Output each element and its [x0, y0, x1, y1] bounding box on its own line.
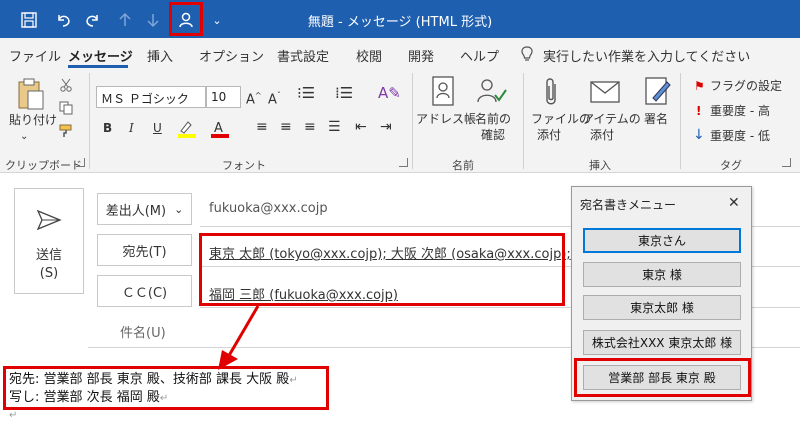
paste-label[interactable]: 貼り付け — [9, 113, 57, 128]
justify-icon[interactable]: ☰ — [328, 120, 341, 135]
names-group-label: 名前 — [452, 159, 474, 172]
to-button[interactable]: 宛先(T) — [97, 234, 192, 266]
tab-options[interactable]: オプション — [199, 46, 264, 65]
chevron-down-icon: ⌄ — [174, 202, 184, 216]
body-line-2[interactable]: 写し: 営業部 次長 福岡 殿↵ — [9, 389, 168, 408]
outlook-compose-window: ⌄ 無題 - メッセージ (HTML 形式) ファイル メッセージ 挿入 オプシ… — [0, 0, 800, 446]
group-separator — [680, 73, 681, 169]
subject-label: 件名(U) — [120, 326, 166, 341]
attach-item-label-2[interactable]: 添付 — [590, 128, 614, 143]
high-importance-button[interactable]: 重要度 - 高 — [710, 104, 770, 119]
low-importance-button[interactable]: 重要度 - 低 — [710, 129, 770, 144]
title-bar: ⌄ 無題 - メッセージ (HTML 形式) — [0, 0, 800, 38]
salutation-button-3[interactable]: 東京太郎 様 — [583, 295, 741, 320]
font-group-label: フォント — [222, 159, 266, 172]
align-left-icon[interactable]: ≡ — [256, 120, 268, 135]
from-button[interactable]: 差出人(M) ⌄ — [97, 193, 192, 225]
copy-icon[interactable] — [58, 100, 74, 116]
paste-dropdown-icon[interactable]: ⌄ — [20, 129, 28, 144]
tab-format[interactable]: 書式設定 — [277, 46, 329, 65]
flag-icon[interactable]: ⚑ — [694, 79, 705, 94]
from-label: 差出人(M) — [105, 203, 167, 219]
salutation-button-2[interactable]: 東京 様 — [583, 262, 741, 287]
tell-me-search[interactable]: 実行したい作業を入力してください — [543, 46, 750, 65]
bold-button[interactable]: B — [103, 121, 112, 136]
font-color-icon[interactable]: A — [209, 119, 231, 139]
highlight-color-icon[interactable] — [176, 119, 198, 139]
insert-group-label: 挿入 — [589, 159, 611, 172]
attach-item-icon[interactable] — [588, 77, 622, 105]
paperclip-icon[interactable] — [539, 75, 563, 109]
svg-text:A: A — [214, 121, 223, 136]
check-names-icon[interactable] — [474, 75, 508, 107]
check-names-label-2[interactable]: 確認 — [481, 128, 505, 143]
group-separator — [412, 73, 413, 169]
ribbon: 貼り付け ⌄ クリップボード ＭＳ Ｐゴシック 10 A^ Aˇ ⁝☰ ⁞☰ A… — [0, 69, 800, 173]
signature-label[interactable]: 署名 — [644, 112, 668, 127]
body-line-2-text: 写し: 営業部 次長 福岡 殿 — [9, 390, 160, 405]
format-painter-icon[interactable] — [58, 123, 74, 139]
send-label-line2: (S) — [39, 266, 59, 281]
shrink-font-icon[interactable]: Aˇ — [268, 88, 281, 107]
address-book-icon[interactable] — [428, 75, 458, 107]
arrow-icon — [218, 305, 260, 370]
lightbulb-icon — [520, 46, 534, 66]
from-value: fukuoka@xxx.cojp — [209, 201, 328, 216]
low-importance-icon[interactable]: ↓ — [693, 128, 705, 143]
recipients-highlight — [199, 233, 565, 306]
align-center-icon[interactable]: ≡ — [280, 120, 292, 135]
underline-button[interactable]: U — [153, 121, 162, 136]
active-tab-indicator — [68, 65, 128, 68]
tab-review[interactable]: 校閲 — [356, 46, 382, 65]
follow-up-button[interactable]: フラグの設定 — [710, 79, 782, 94]
clear-formatting-icon[interactable]: A✎ — [378, 86, 401, 101]
numbering-icon[interactable]: ⁞☰ — [335, 86, 353, 101]
attach-item-label-1[interactable]: アイテムの — [582, 112, 641, 127]
send-label: 送信 (S) — [15, 247, 83, 283]
clipboard-group-label: クリップボード — [5, 159, 82, 172]
close-icon[interactable]: ✕ — [728, 195, 740, 211]
send-button[interactable]: 送信 (S) — [14, 188, 84, 294]
font-size-select[interactable]: 10 — [206, 86, 241, 108]
attach-file-label-2[interactable]: 添付 — [537, 128, 561, 143]
tab-help[interactable]: ヘルプ — [460, 46, 499, 65]
salutation-button-1[interactable]: 東京さん — [583, 228, 741, 253]
paragraph-mark: ↵ — [9, 410, 18, 421]
group-separator — [89, 73, 90, 169]
group-separator — [523, 73, 524, 169]
high-importance-icon[interactable]: ! — [696, 104, 701, 119]
bullets-icon[interactable]: ⁝☰ — [297, 86, 315, 101]
font-launcher-icon[interactable] — [399, 158, 408, 167]
send-icon — [36, 209, 62, 234]
send-label-line1: 送信 — [35, 248, 62, 263]
tab-insert[interactable]: 挿入 — [147, 46, 173, 65]
cc-button[interactable]: ＣＣ(C) — [97, 275, 192, 307]
grow-font-icon[interactable]: A^ — [246, 88, 262, 107]
tab-file[interactable]: ファイル — [9, 46, 61, 65]
window-title: 無題 - メッセージ (HTML 形式) — [307, 15, 493, 30]
tab-message[interactable]: メッセージ — [68, 46, 133, 65]
align-right-icon[interactable]: ≡ — [304, 120, 316, 135]
body-line-3[interactable]: ↵ — [9, 406, 17, 425]
salutation-button-4[interactable]: 株式会社XXX 東京太郎 様 — [583, 330, 741, 355]
decrease-indent-icon[interactable]: ⇤ — [355, 120, 367, 135]
cut-icon[interactable] — [58, 77, 74, 93]
signature-icon[interactable] — [642, 75, 672, 107]
address-book-label[interactable]: アドレス帳 — [416, 112, 476, 127]
body-line-1-text: 宛先: 営業部 部長 東京 殿、技術部 課長 大阪 殿 — [9, 372, 290, 387]
paragraph-mark: ↵ — [159, 393, 169, 404]
check-names-label-1[interactable]: 名前の — [475, 112, 511, 127]
selected-button-highlight — [574, 358, 751, 397]
tags-launcher-icon[interactable] — [782, 158, 791, 167]
paragraph-mark: ↵ — [289, 375, 298, 386]
italic-button[interactable]: I — [129, 121, 134, 136]
dialog-title: 宛名書きメニュー — [580, 198, 677, 212]
tags-group-label: タグ — [720, 159, 742, 172]
paste-icon[interactable] — [14, 76, 48, 112]
clipboard-launcher-icon[interactable] — [76, 158, 85, 167]
font-name-select[interactable]: ＭＳ Ｐゴシック — [96, 86, 206, 108]
tab-developer[interactable]: 開発 — [408, 46, 434, 65]
body-line-1[interactable]: 宛先: 営業部 部長 東京 殿、技術部 課長 大阪 殿↵ — [9, 371, 298, 390]
increase-indent-icon[interactable]: ⇥ — [380, 120, 392, 135]
